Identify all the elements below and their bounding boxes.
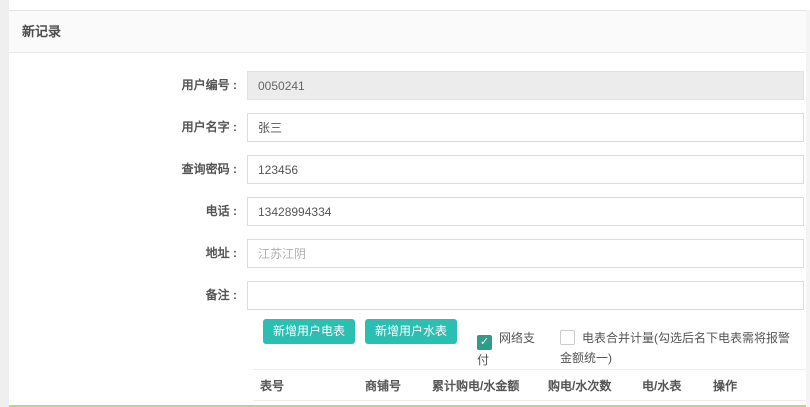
- meter-table-header-row: 表号 商铺号 累计购电/水金额 购电/水次数 电/水表 操作: [253, 369, 810, 401]
- table-header-meter-no: 表号: [253, 377, 358, 394]
- new-record-screen: 新记录 用户编号 : 用户名字 : 查询密码 : 电话 : 地址 : 备注 : …: [0, 0, 810, 407]
- remark-input[interactable]: [247, 281, 804, 310]
- table-header-actions: 操作: [706, 377, 766, 394]
- form-row-user-id: 用户编号 :: [9, 71, 810, 100]
- form-row-address: 地址 :: [9, 239, 810, 268]
- page-title: 新记录: [22, 11, 61, 53]
- meter-merge-checkbox-group[interactable]: 电表合并计量(勾选后名下电表需将报警金额统一): [560, 328, 796, 368]
- page-right-gutter: [806, 10, 810, 407]
- table-header-purchase-count: 购电/水次数: [541, 377, 635, 394]
- user-name-input[interactable]: [247, 113, 804, 142]
- address-label: 地址 :: [59, 239, 237, 268]
- checkbox-unchecked-icon[interactable]: [560, 330, 575, 345]
- network-pay-checkbox-group[interactable]: ✓网络支付: [477, 328, 541, 370]
- panel-header: 新记录: [9, 11, 810, 53]
- user-id-input: [247, 71, 804, 100]
- add-water-meter-button[interactable]: 新增用户水表: [365, 319, 457, 344]
- user-name-label: 用户名字 :: [59, 113, 237, 142]
- table-header-shop-no: 商铺号: [358, 377, 425, 394]
- query-password-input[interactable]: [247, 155, 804, 184]
- phone-input[interactable]: [247, 197, 804, 226]
- user-id-label: 用户编号 :: [59, 71, 237, 100]
- form-row-phone: 电话 :: [9, 197, 810, 226]
- add-electric-meter-button[interactable]: 新增用户电表: [263, 319, 355, 344]
- table-header-total-amount: 累计购电/水金额: [425, 377, 541, 394]
- query-password-label: 查询密码 :: [59, 155, 237, 184]
- form-row-user-name: 用户名字 :: [9, 113, 810, 142]
- new-record-panel: 新记录 用户编号 : 用户名字 : 查询密码 : 电话 : 地址 : 备注 : …: [9, 10, 810, 407]
- checkbox-checked-icon[interactable]: ✓: [477, 335, 492, 350]
- form-row-remark: 备注 :: [9, 281, 810, 310]
- table-header-meter-type: 电/水表: [635, 377, 706, 394]
- meter-merge-label: 电表合并计量(勾选后名下电表需将报警金额统一): [560, 331, 790, 365]
- form-row-query-password: 查询密码 :: [9, 155, 810, 184]
- remark-label: 备注 :: [59, 281, 237, 310]
- phone-label: 电话 :: [59, 197, 237, 226]
- address-input[interactable]: [247, 239, 804, 268]
- page-left-gutter: [0, 0, 9, 407]
